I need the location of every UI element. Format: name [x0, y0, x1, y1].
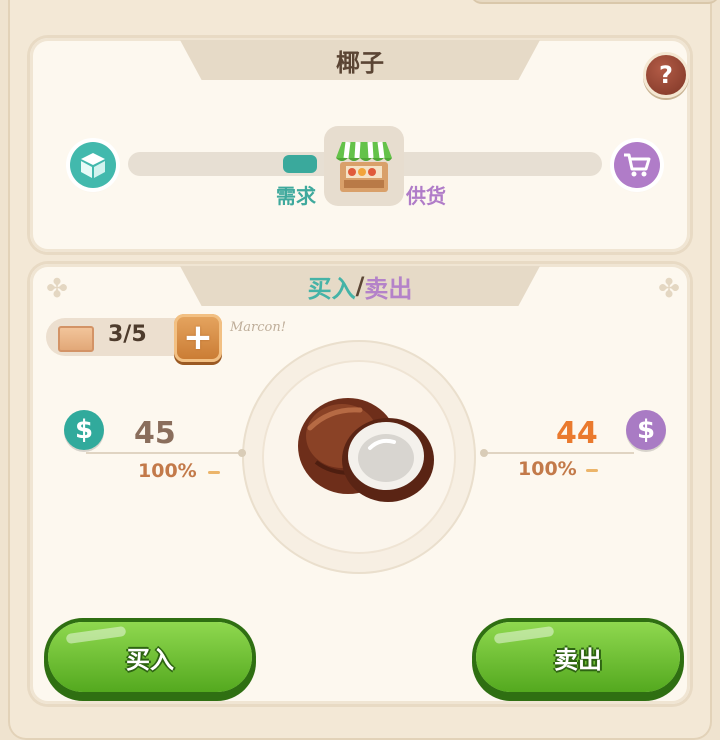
trade-title-buy: 买入	[307, 274, 356, 303]
demand-label: 需求	[276, 184, 316, 208]
cart-icon	[614, 142, 660, 188]
connector-dot	[480, 449, 488, 457]
help-button[interactable]: ?	[643, 52, 689, 98]
sell-button[interactable]: 卖出	[476, 622, 680, 692]
sell-price: 44	[556, 416, 598, 451]
connector-dot	[238, 449, 246, 457]
buy-percent: 100%	[138, 460, 197, 482]
trade-title-sell: 卖出	[364, 274, 413, 303]
demand-indicator	[283, 155, 317, 173]
top-tab	[470, 0, 720, 4]
box-icon	[70, 142, 116, 188]
buy-connector	[86, 452, 246, 454]
sell-trend-icon	[586, 469, 598, 472]
add-capacity-button[interactable]: +	[174, 314, 222, 362]
handwritten-note: Marcon!	[230, 320, 286, 335]
buy-price: 45	[134, 416, 176, 451]
corner-flower-icon: ✤	[658, 274, 680, 304]
sell-coin-icon: $	[626, 410, 666, 450]
trade-title: 买入 / 卖出	[180, 266, 540, 306]
sell-percent: 100%	[518, 458, 577, 480]
plus-icon: +	[182, 317, 214, 358]
buy-trend-icon	[208, 471, 220, 474]
shop-stall-icon	[324, 126, 404, 206]
trade-title-slash: /	[355, 272, 365, 300]
item-title: 椰子	[180, 40, 540, 80]
supply-label: 供货	[406, 184, 446, 208]
buy-coin-icon: $	[64, 410, 104, 450]
capacity-count: 3/5	[108, 322, 147, 347]
crate-icon	[58, 326, 94, 352]
buy-button[interactable]: 买入	[48, 622, 252, 692]
coconut-icon	[298, 398, 434, 502]
corner-flower-icon: ✤	[46, 274, 68, 304]
sell-connector	[484, 452, 634, 454]
